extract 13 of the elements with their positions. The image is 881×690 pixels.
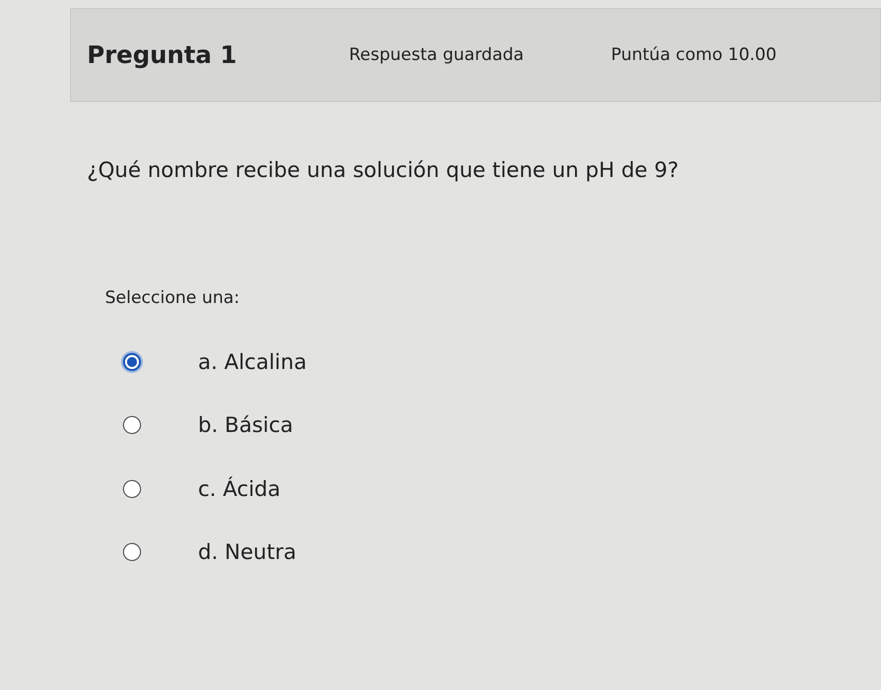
radio-button[interactable]	[123, 543, 141, 562]
option-label[interactable]: b. Básica	[198, 413, 294, 438]
option-label[interactable]: c. Ácida	[198, 476, 280, 501]
option-label[interactable]: d. Neutra	[198, 540, 296, 564]
question-grade: Puntúa como 10.00	[611, 45, 777, 65]
radio-button[interactable]	[123, 480, 141, 498]
answer-status: Respuesta guardada	[349, 45, 525, 65]
question-text: ¿Qué nombre recibe una solución que tiene un pH de 9?	[87, 158, 680, 184]
question-number: Pregunta 1	[87, 41, 238, 69]
option-label[interactable]: a. Alcalina	[198, 350, 307, 374]
radio-button[interactable]	[123, 352, 141, 371]
answer-prompt: Seleccione una:	[105, 288, 241, 310]
radio-button[interactable]	[123, 416, 141, 434]
